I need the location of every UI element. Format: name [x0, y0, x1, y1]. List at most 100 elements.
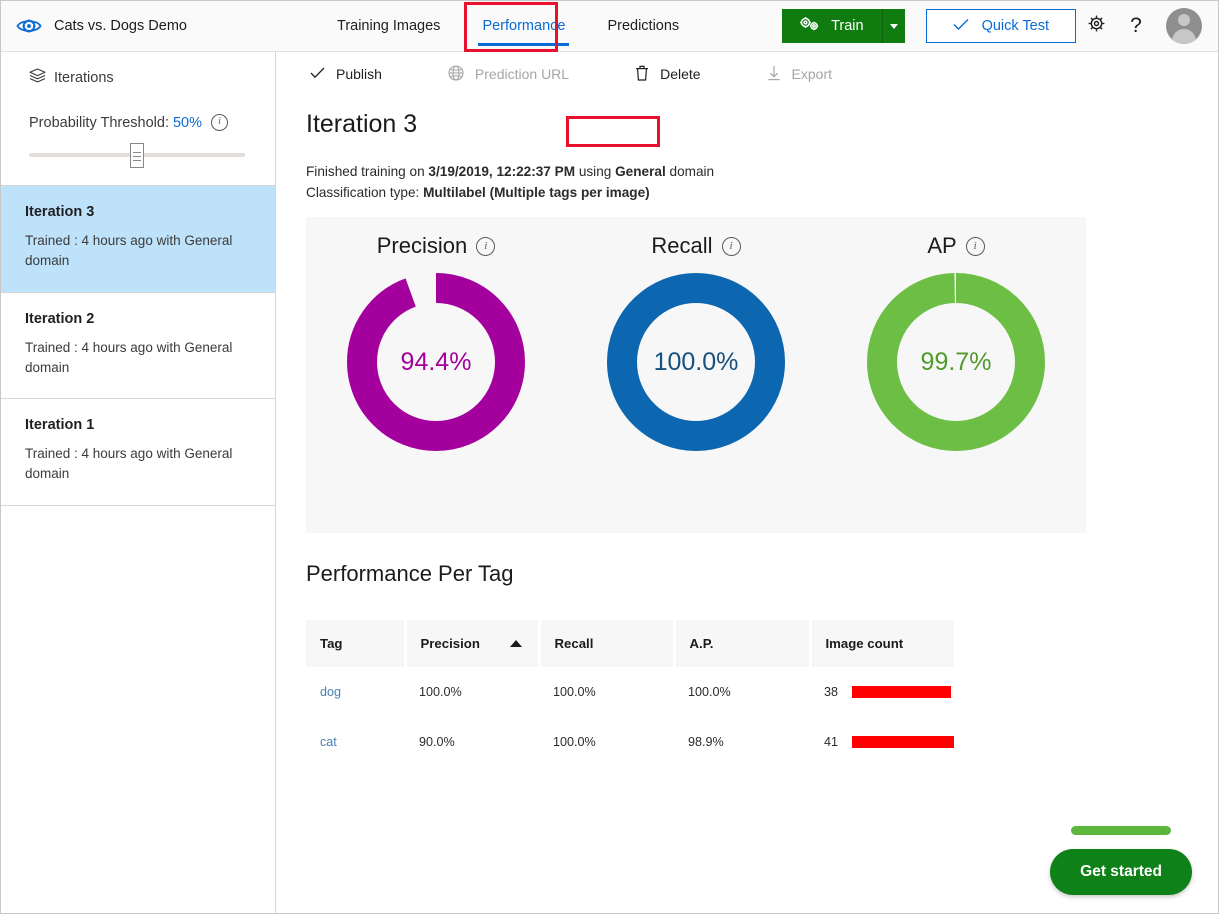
checkmark-icon [953, 18, 969, 35]
iteration-title: Iteration 1 [25, 417, 253, 433]
question-mark-icon: ? [1130, 14, 1142, 38]
column-label: Tag [320, 636, 342, 651]
info-icon[interactable]: i [966, 237, 985, 256]
sidebar: Iterations Probability Threshold: 50% i … [1, 52, 276, 913]
donut-chart-recall: 100.0% [603, 269, 789, 455]
train-dropdown-button[interactable] [882, 9, 905, 43]
sidebar-item-iteration-2[interactable]: Iteration 2 Trained : 4 hours ago with G… [1, 293, 275, 400]
tab-predictions[interactable]: Predictions [586, 1, 700, 51]
column-label: Precision [421, 636, 480, 651]
image-count-bar [852, 686, 951, 698]
cell-tag: dog [306, 667, 405, 717]
train-button[interactable]: Train [782, 9, 882, 43]
content-area: Iteration 3 Finished training on 3/19/20… [276, 96, 1218, 767]
performance-per-tag-table: Tag Precision Recall A.P. Image count do… [306, 620, 954, 767]
column-header-ap[interactable]: A.P. [674, 620, 810, 667]
app-body: Iterations Probability Threshold: 50% i … [1, 52, 1218, 913]
project-title: Cats vs. Dogs Demo [54, 18, 187, 34]
metric-name: Recall [651, 233, 712, 259]
threshold-value: 50% [173, 115, 202, 131]
meta-date: 3/19/2019, 12:22:37 PM [428, 164, 575, 179]
main-nav: Training Images Performance Predictions [316, 1, 700, 51]
overall-metrics-panel: Precision i 94.4% Recall [306, 217, 1086, 533]
meta-suffix: domain [666, 164, 714, 179]
threshold-label: Probability Threshold: [29, 115, 169, 131]
metric-name: Precision [377, 233, 467, 259]
tab-training-images[interactable]: Training Images [316, 1, 461, 51]
brand: Cats vs. Dogs Demo [1, 12, 261, 40]
cell-tag: cat [306, 717, 405, 767]
cell-precision: 100.0% [405, 667, 539, 717]
metric-ap: AP i 99.7% [826, 217, 1086, 533]
avatar[interactable] [1166, 8, 1202, 44]
publish-button[interactable]: Publish [296, 60, 396, 88]
iteration-title: Iteration 2 [25, 311, 253, 327]
info-icon[interactable]: i [211, 114, 228, 131]
quick-test-label: Quick Test [982, 18, 1049, 34]
sidebar-item-iteration-1[interactable]: Iteration 1 Trained : 4 hours ago with G… [1, 399, 275, 506]
sidebar-header: Iterations Probability Threshold: 50% i [1, 52, 275, 186]
donut-chart-precision: 94.4% [343, 269, 529, 455]
meta-prefix: Finished training on [306, 164, 428, 179]
table-row: dog 100.0% 100.0% 100.0% 38 [306, 667, 954, 717]
metric-value: 100.0% [603, 269, 789, 455]
eye-gear-icon [15, 12, 43, 40]
checkmark-icon [310, 66, 325, 82]
settings-button[interactable] [1076, 6, 1116, 46]
classification-prefix: Classification type: [306, 185, 423, 200]
help-button[interactable]: ? [1116, 6, 1156, 46]
meta-line-classification: Classification type: Multilabel (Multipl… [306, 182, 1198, 203]
probability-threshold-slider[interactable] [29, 145, 245, 165]
metric-label-row: Recall i [651, 233, 740, 259]
probability-threshold: Probability Threshold: 50% i [29, 114, 257, 131]
iteration-meta: Finished training on 3/19/2019, 12:22:37… [306, 161, 1198, 203]
column-header-image-count[interactable]: Image count [810, 620, 954, 667]
classification-value: Multilabel (Multiple tags per image) [423, 185, 650, 200]
iteration-subtitle: Trained : 4 hours ago with General domai… [25, 338, 240, 379]
column-header-tag[interactable]: Tag [306, 620, 405, 667]
publish-label: Publish [336, 66, 382, 82]
globe-icon [448, 65, 464, 84]
metric-value: 94.4% [343, 269, 529, 455]
cell-precision: 90.0% [405, 717, 539, 767]
page-title: Iteration 3 [306, 110, 1198, 139]
delete-button[interactable]: Delete [621, 59, 714, 90]
tag-link-dog[interactable]: dog [320, 685, 341, 699]
get-started-widget: Get started [1050, 826, 1192, 895]
meta-mid: using [575, 164, 615, 179]
slider-thumb[interactable] [130, 143, 144, 168]
export-label: Export [792, 66, 832, 82]
info-icon[interactable]: i [476, 237, 495, 256]
trash-icon [635, 65, 649, 84]
iterations-label: Iterations [54, 70, 114, 86]
app-window: Cats vs. Dogs Demo Training Images Perfo… [0, 0, 1219, 914]
delete-label: Delete [660, 66, 700, 82]
iteration-subtitle: Trained : 4 hours ago with General domai… [25, 231, 240, 272]
info-icon[interactable]: i [722, 237, 741, 256]
tab-performance[interactable]: Performance [461, 1, 586, 51]
column-header-recall[interactable]: Recall [539, 620, 674, 667]
train-button-label: Train [831, 18, 864, 34]
prediction-url-button[interactable]: Prediction URL [434, 59, 583, 90]
column-label: Image count [826, 636, 904, 651]
get-started-button[interactable]: Get started [1050, 849, 1192, 895]
metric-recall: Recall i 100.0% [566, 217, 826, 533]
tag-link-cat[interactable]: cat [320, 735, 337, 749]
quick-test-button[interactable]: Quick Test [926, 9, 1076, 43]
iterations-heading: Iterations [29, 68, 257, 88]
meta-line-finished: Finished training on 3/19/2019, 12:22:37… [306, 161, 1198, 182]
sidebar-item-iteration-3[interactable]: Iteration 3 Trained : 4 hours ago with G… [1, 186, 275, 293]
command-bar: Publish [276, 52, 1218, 96]
export-button[interactable]: Export [753, 59, 846, 90]
metric-label-row: Precision i [377, 233, 495, 259]
iteration-title: Iteration 3 [25, 204, 253, 220]
image-count-bar [852, 736, 954, 748]
column-label: A.P. [690, 636, 714, 651]
get-started-accent-bar [1071, 826, 1171, 835]
meta-domain: General [615, 164, 666, 179]
cell-ap: 98.9% [674, 717, 810, 767]
metric-label-row: AP i [927, 233, 984, 259]
train-button-group: Train [782, 9, 905, 43]
cell-recall: 100.0% [539, 667, 674, 717]
column-header-precision[interactable]: Precision [405, 620, 539, 667]
